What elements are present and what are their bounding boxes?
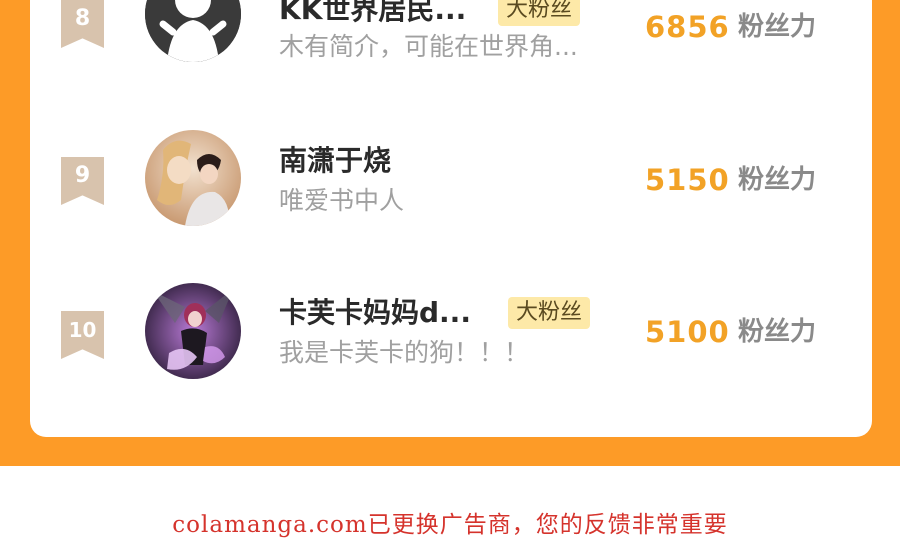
anime-avatar-icon xyxy=(145,130,241,226)
ranking-row[interactable]: 8 KK世界居民... 大粉丝 木有简介，可能在世界角... 6856 粉丝力 xyxy=(30,0,872,100)
user-name[interactable]: KK世界居民... xyxy=(279,0,466,27)
big-fan-badge: 大粉丝 xyxy=(508,297,591,329)
user-name[interactable]: 卡芙卡妈妈d... xyxy=(279,296,471,330)
fan-power-score: 5100 xyxy=(645,315,730,349)
default-avatar-icon xyxy=(145,0,241,62)
fan-power-unit: 粉丝力 xyxy=(738,165,817,195)
user-name[interactable]: 南潇于烧 xyxy=(279,144,391,178)
user-bio: 我是卡芙卡的狗！！！ xyxy=(279,338,530,367)
avatar[interactable] xyxy=(145,283,241,379)
fan-power-score: 5150 xyxy=(645,163,730,197)
big-fan-badge: 大粉丝 xyxy=(498,0,581,26)
ranking-row[interactable]: 9 南潇于烧 唯爱书中人 5150 粉丝力 xyxy=(30,130,872,250)
anime-avatar-icon xyxy=(145,283,241,379)
fan-power-score: 6856 xyxy=(645,10,730,44)
user-bio: 唯爱书中人 xyxy=(279,186,405,215)
avatar[interactable] xyxy=(145,130,241,226)
fan-power-unit: 粉丝力 xyxy=(738,12,817,42)
ad-notice-text[interactable]: colamanga.com已更换广告商，您的反馈非常重要 xyxy=(172,512,727,538)
rank-ribbon: 10 xyxy=(61,311,104,359)
ranking-card: 8 KK世界居民... 大粉丝 木有简介，可能在世界角... 6856 粉丝力 … xyxy=(30,0,872,437)
ad-notice[interactable]: colamanga.com已更换广告商，您的反馈非常重要 xyxy=(0,505,900,539)
fan-power-unit: 粉丝力 xyxy=(738,317,817,347)
rank-ribbon: 8 xyxy=(61,0,104,48)
user-bio: 木有简介，可能在世界角... xyxy=(279,32,578,61)
ranking-row[interactable]: 10 卡芙卡妈妈d... 大粉丝 我是卡芙卡的狗！！！ 5100 粉丝力 xyxy=(30,283,872,403)
rank-ribbon: 9 xyxy=(61,157,104,205)
avatar[interactable] xyxy=(145,0,241,62)
